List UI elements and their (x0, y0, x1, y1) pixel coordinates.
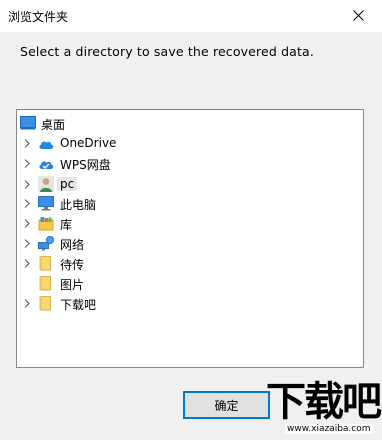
tree-item-label: OneDrive (60, 136, 117, 150)
wps-cloud-icon (39, 161, 54, 169)
watermark-logo: 下载吧 www.xiazaiba.com (263, 378, 382, 440)
tree-item-label: 下载吧 (60, 298, 97, 312)
chevron-right-icon[interactable] (24, 180, 30, 189)
instruction-text: Select a directory to save the recovered… (20, 44, 314, 59)
computer-icon (38, 196, 54, 211)
window-title: 浏览文件夹 (8, 10, 69, 24)
user-icon (38, 176, 54, 192)
tree-item-label: 网络 (60, 238, 85, 252)
tree-item-folder-downloads[interactable]: 下载吧 (17, 293, 363, 313)
tree-item-this-pc[interactable]: 此电脑 (17, 193, 363, 213)
desktop-icon (20, 116, 36, 130)
close-icon (353, 10, 364, 21)
tree-item-onedrive[interactable]: OneDrive (17, 133, 363, 153)
chevron-right-icon[interactable] (24, 239, 30, 248)
chevron-right-icon[interactable] (24, 219, 30, 228)
chevron-right-icon[interactable] (24, 159, 30, 168)
tree-item-folder-pending[interactable]: 待传 (17, 253, 363, 273)
chevron-right-icon[interactable] (24, 259, 30, 268)
tree-item-desktop[interactable]: 桌面 (17, 113, 363, 133)
chevron-right-icon[interactable] (24, 299, 30, 308)
chevron-right-icon[interactable] (24, 199, 30, 208)
folder-tree[interactable]: 桌面 OneDrive WPS网盘 pc 此电脑 库 网络 待传 图片 下载吧 (16, 109, 364, 368)
title-bar: 浏览文件夹 (0, 0, 382, 32)
folder-icon (39, 276, 51, 291)
tree-item-library[interactable]: 库 (17, 213, 363, 233)
chevron-right-icon[interactable] (24, 139, 30, 148)
cloud-icon (39, 141, 54, 149)
network-icon (38, 236, 54, 251)
ok-button[interactable]: 确定 (183, 391, 270, 419)
tree-item-folder-pictures[interactable]: 图片 (17, 273, 363, 293)
tree-item-label: WPS网盘 (60, 158, 111, 172)
watermark-text: 下载吧 (266, 379, 382, 425)
folder-icon (39, 256, 51, 271)
browse-folder-dialog: 浏览文件夹 Select a directory to save the rec… (0, 0, 382, 440)
tree-item-label: 桌面 (41, 118, 66, 132)
library-icon (38, 217, 54, 231)
tree-item-network[interactable]: 网络 (17, 233, 363, 253)
tree-item-wps-cloud[interactable]: WPS网盘 (17, 153, 363, 173)
tree-item-label: 图片 (60, 278, 85, 292)
watermark-url: www.xiazaiba.com (285, 424, 373, 434)
folder-icon (39, 296, 51, 311)
tree-item-label: 库 (60, 218, 73, 232)
tree-item-pc[interactable]: pc (17, 174, 363, 194)
close-button[interactable] (336, 0, 382, 32)
tree-item-label: 此电脑 (60, 198, 97, 212)
tree-item-label: pc (57, 177, 78, 191)
tree-item-label: 待传 (60, 258, 85, 272)
